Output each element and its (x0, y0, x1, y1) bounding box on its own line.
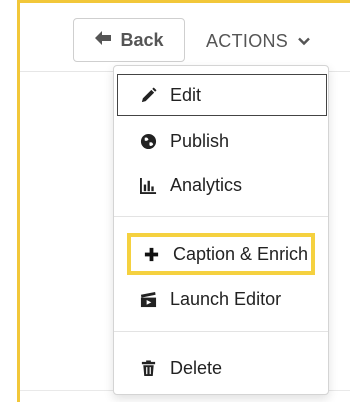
chevron-down-icon (298, 31, 310, 52)
globe-icon (138, 131, 158, 151)
menu-item-label: Publish (170, 130, 230, 151)
menu-item-label: Delete (170, 357, 223, 378)
bar-chart-icon (138, 175, 158, 195)
menu-divider (114, 331, 328, 332)
plus-icon (141, 244, 161, 264)
menu-item-launch-editor[interactable]: Launch Editor (114, 278, 328, 320)
actions-dropdown-button[interactable]: ACTIONS (206, 22, 310, 60)
menu-item-publish[interactable]: Publish (114, 120, 328, 162)
arrow-left-icon (94, 29, 112, 52)
menu-item-label: Analytics (170, 174, 243, 195)
clapperboard-icon (138, 289, 158, 309)
menu-item-label: Launch Editor (170, 288, 282, 309)
menu-item-caption-enrich[interactable]: Caption & Enrich (127, 233, 315, 275)
menu-divider (114, 216, 328, 217)
menu-item-edit[interactable]: Edit (117, 74, 327, 116)
menu-item-analytics[interactable]: Analytics (114, 164, 328, 206)
menu-item-delete[interactable]: Delete (114, 347, 328, 389)
back-button-label: Back (120, 29, 164, 50)
back-button[interactable]: Back (73, 18, 185, 62)
menu-item-label: Edit (170, 84, 202, 105)
pencil-icon (138, 85, 158, 105)
actions-label: ACTIONS (206, 30, 289, 51)
frame-left-border (17, 0, 20, 402)
menu-item-label: Caption & Enrich (173, 243, 309, 264)
actions-dropdown-menu: Edit Publish Analytics Caption & Enrich … (113, 65, 329, 395)
trash-icon (138, 358, 158, 378)
frame-top-border (17, 0, 350, 3)
